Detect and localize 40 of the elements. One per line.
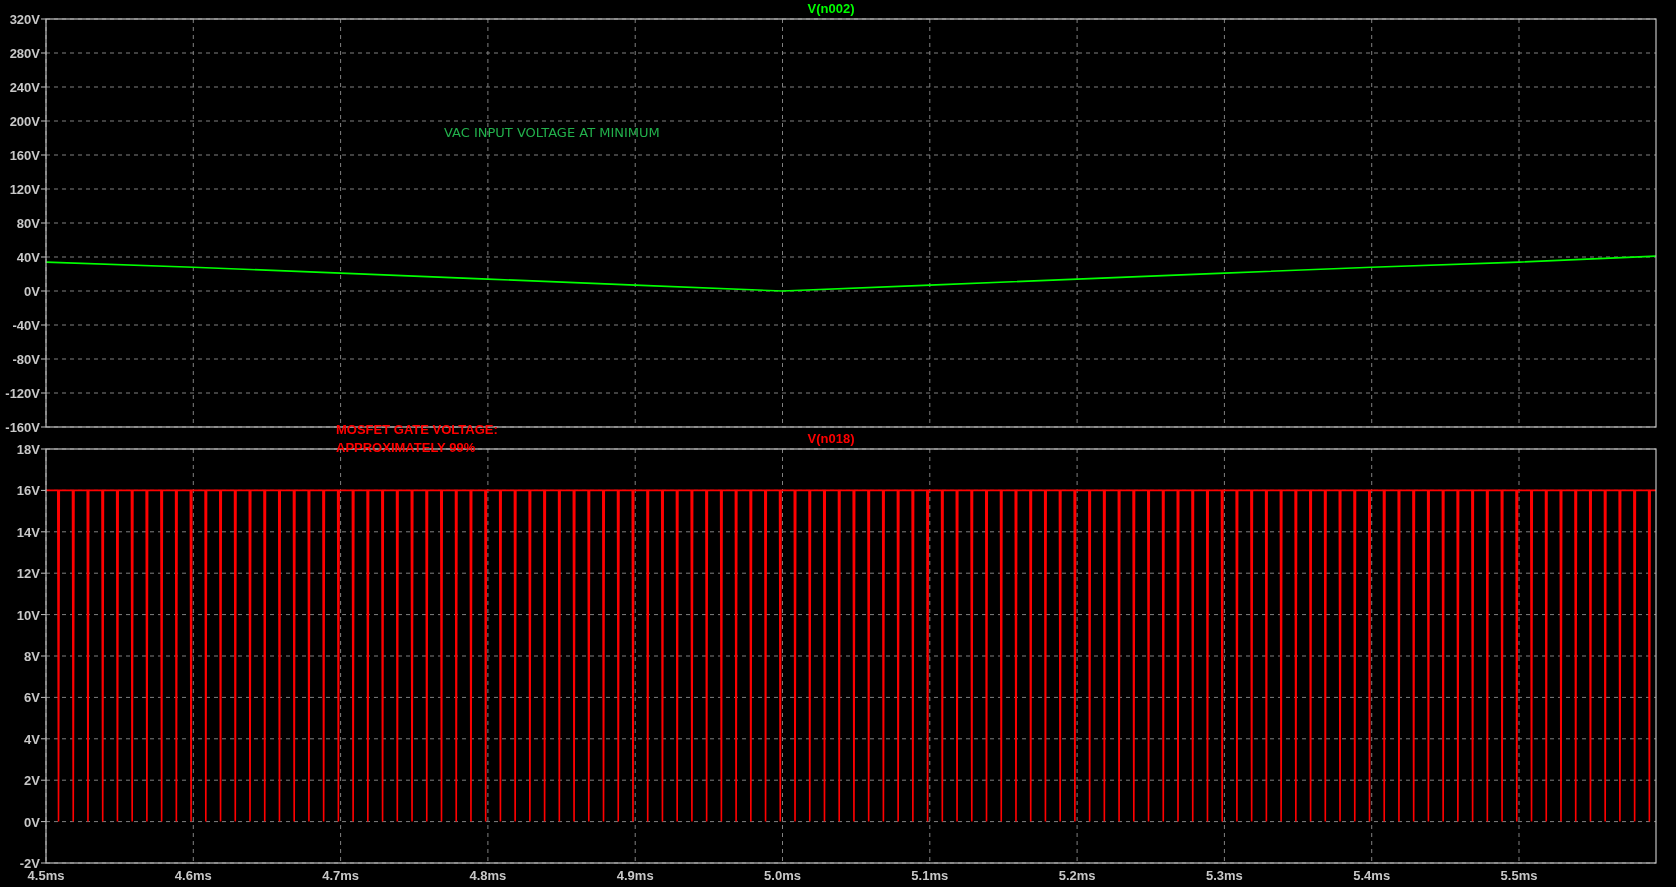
trace-label: V(n018) (807, 431, 855, 446)
axis-tick-label: 4.9ms (616, 868, 654, 883)
axis-tick-label: 320V (9, 12, 40, 27)
axis-tick-label: 2V (24, 773, 40, 789)
axis-tick-label: 12V (16, 566, 40, 582)
axis-tick-label: -80V (12, 352, 40, 367)
axis-tick-label: 4V (24, 731, 40, 747)
axis-tick-label: 18V (16, 442, 40, 457)
axis-tick-label: 5.4ms (1353, 868, 1391, 883)
axis-tick-label: -40V (12, 318, 40, 333)
axis-tick-label: 280V (9, 46, 40, 61)
axis-tick-label: 5.2ms (1058, 868, 1096, 883)
chart-annotation: VAC INPUT VOLTAGE AT MINIMUM (444, 125, 660, 140)
axis-tick-label: 0V (24, 814, 40, 830)
axis-tick-label: 5.0ms (764, 868, 801, 883)
axis-tick-label: 5.3ms (1205, 868, 1243, 883)
axis-tick-label: 80V (16, 216, 40, 231)
axis-tick-label: 10V (16, 607, 40, 623)
axis-tick-label: 5.5ms (1500, 868, 1538, 883)
axis-tick-label: 120V (9, 182, 40, 197)
axis-tick-label: 40V (16, 250, 40, 265)
axis-tick-label: 14V (16, 524, 40, 540)
axis-tick-label: -2V (19, 856, 40, 871)
axis-tick-label: -160V (5, 420, 40, 435)
axis-tick-label: 0V (24, 284, 40, 299)
chart-annotation: APPROXIMATELY 99% (336, 440, 476, 455)
axis-tick-label: -120V (5, 386, 40, 401)
axis-tick-label: 200V (9, 114, 40, 129)
axis-tick-label: 16V (16, 483, 40, 499)
trace-label: V(n002) (807, 1, 855, 16)
axis-tick-label: 4.5ms (27, 868, 65, 883)
axis-tick-label: 4.7ms (322, 868, 360, 883)
chart-annotation: MOSFET GATE VOLTAGE: (336, 422, 498, 437)
axis-tick-label: 160V (9, 148, 40, 163)
axis-tick-label: 8V (24, 649, 40, 664)
axis-tick-label: 6V (24, 690, 40, 706)
axis-tick-label: 240V (9, 80, 40, 95)
axis-tick-label: 4.8ms (469, 868, 507, 883)
axis-tick-label: 5.1ms (911, 868, 949, 883)
axis-tick-label: 4.6ms (174, 868, 212, 883)
